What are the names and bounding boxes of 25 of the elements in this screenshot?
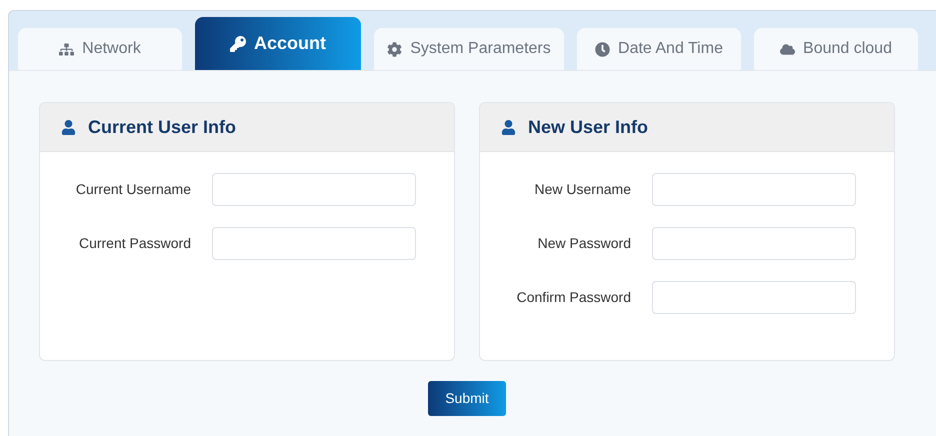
field-label: Confirm Password — [516, 288, 631, 307]
submit-button[interactable]: Submit — [428, 381, 506, 416]
input-field[interactable] — [652, 173, 856, 206]
input-field[interactable] — [652, 227, 856, 260]
card-title: Current User Info — [88, 116, 236, 138]
field-label: Current Password — [78, 234, 191, 253]
user-icon — [61, 120, 76, 134]
cloud-icon — [780, 42, 796, 56]
tab[interactable]: Bound cloud — [754, 28, 918, 70]
tab[interactable]: System Parameters — [374, 28, 564, 70]
gear-icon — [387, 42, 402, 56]
input-field[interactable] — [212, 173, 416, 206]
tab[interactable]: Account — [195, 17, 361, 70]
tab[interactable]: Network — [18, 28, 182, 70]
field-label: New Username — [534, 180, 631, 199]
field-label: Current Username — [74, 180, 191, 199]
sitemap-icon — [59, 42, 74, 56]
clock-icon — [595, 42, 610, 56]
tab[interactable]: Date And Time — [577, 28, 741, 70]
field-label: New Password — [536, 234, 631, 253]
card-title: New User Info — [528, 116, 648, 138]
user-icon — [501, 120, 516, 134]
key-icon — [230, 36, 246, 52]
input-field[interactable] — [652, 281, 856, 314]
input-field[interactable] — [212, 227, 416, 260]
